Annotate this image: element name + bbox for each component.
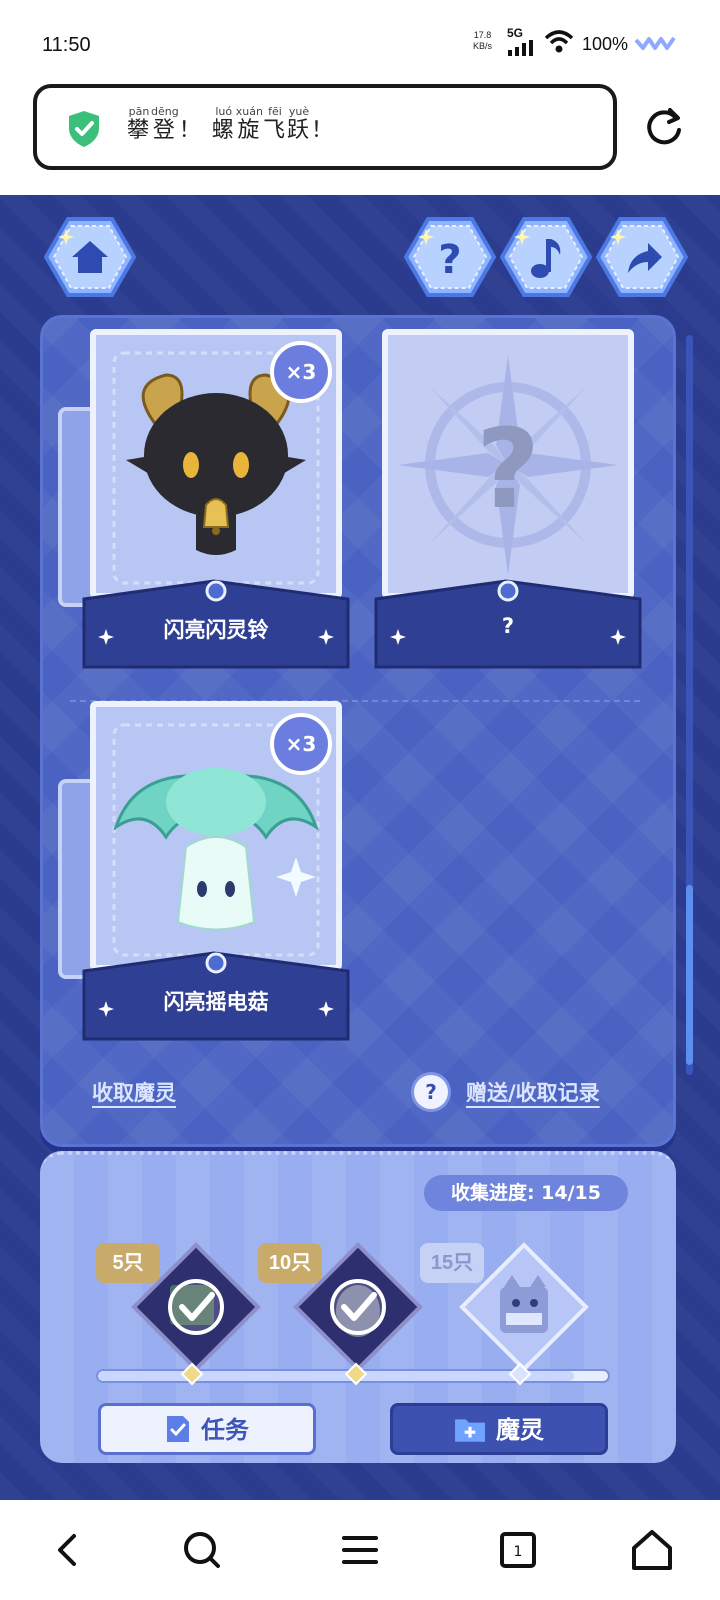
- menu-icon: [342, 1536, 378, 1564]
- app-logo-icon: [634, 36, 676, 50]
- address-bar[interactable]: 攀pān登dēng！ 螺luó旋xuán飞fēi跃yuè！: [33, 84, 617, 170]
- tabs-icon: 1: [500, 1532, 536, 1568]
- collection-progress-bar: [98, 1362, 608, 1386]
- card-name: ?: [501, 614, 515, 638]
- signal-bars-icon: [508, 40, 533, 56]
- music-icon: [499, 217, 593, 297]
- folder-icon: [455, 1419, 485, 1442]
- scrollbar-thumb[interactable]: [686, 885, 693, 1065]
- title-pinyin: dēng: [151, 105, 179, 118]
- menu-button[interactable]: [336, 1526, 384, 1574]
- scrollbar[interactable]: [686, 335, 693, 1075]
- card-art: ?: [382, 329, 634, 599]
- reward-10[interactable]: 10只: [258, 1241, 424, 1373]
- locked-card-image: ?: [388, 335, 628, 593]
- home-icon: [43, 217, 137, 297]
- task-button-label: 任务: [201, 1416, 249, 1444]
- spirit-card[interactable]: ×3 闪亮摇电菇: [58, 701, 352, 1047]
- home-button[interactable]: [43, 215, 137, 299]
- title-pinyin: pān: [127, 105, 152, 118]
- progress-fill: [98, 1371, 574, 1381]
- secure-shield-icon: [69, 111, 99, 147]
- collection-progress-panel: 收集进度: 14/15 5只 10只 15只 任务 魔灵: [40, 1151, 676, 1463]
- quantity-badge: ×3: [270, 341, 332, 403]
- title-char: 攀: [127, 118, 152, 143]
- collection-panel: ×3 闪亮闪灵铃 ? ? ×3 闪亮摇电菇 收取魔灵 ? 赠送/收取记录: [40, 315, 676, 1147]
- collect-spirits-link[interactable]: 收取魔灵: [92, 1077, 176, 1107]
- task-icon: [167, 1416, 189, 1442]
- network-speed: 17.8 KB/s: [473, 30, 492, 52]
- svg-text:?: ?: [476, 405, 540, 533]
- reward-threshold: 5只: [96, 1243, 160, 1283]
- signal-type: 5G: [507, 26, 524, 40]
- title-pinyin: yuè: [286, 105, 311, 118]
- reward-5[interactable]: 5只: [96, 1241, 262, 1373]
- svg-text:?: ?: [438, 237, 461, 283]
- title-char: ！: [310, 118, 335, 143]
- wifi-icon: [544, 30, 574, 53]
- reward-threshold: 15只: [420, 1243, 484, 1283]
- tabs-button[interactable]: 1: [494, 1526, 542, 1574]
- title-pinyin: luó: [211, 105, 236, 118]
- battery-level: 100%: [582, 34, 629, 54]
- reward-threshold: 10只: [258, 1243, 322, 1283]
- title-char: 旋: [235, 118, 263, 143]
- help-icon: ?: [403, 217, 497, 297]
- title-char: 登: [151, 118, 179, 143]
- reward-15[interactable]: 15只: [420, 1241, 590, 1373]
- back-icon: [58, 1534, 76, 1566]
- title-char: 螺: [211, 118, 236, 143]
- spirit-button[interactable]: 魔灵: [390, 1403, 608, 1455]
- tab-count: 1: [514, 1544, 523, 1560]
- home-nav-button[interactable]: [628, 1526, 676, 1574]
- card-name: 闪亮摇电菇: [163, 990, 269, 1014]
- gift-history-link[interactable]: 赠送/收取记录: [466, 1077, 600, 1107]
- spirit-card-locked[interactable]: ? ?: [372, 329, 644, 675]
- spirit-button-label: 魔灵: [496, 1416, 544, 1444]
- help-circle-icon[interactable]: ?: [414, 1075, 448, 1109]
- title-pinyin: fēi: [262, 105, 287, 118]
- search-button[interactable]: [178, 1526, 226, 1574]
- home-icon: [632, 1530, 672, 1570]
- status-bar: 11:50 17.8 KB/s 5G 100%: [0, 0, 720, 88]
- task-button[interactable]: 任务: [98, 1403, 316, 1455]
- spirit-card[interactable]: ×3 闪亮闪灵铃: [58, 329, 352, 675]
- status-time: 11:50: [42, 34, 91, 56]
- back-button[interactable]: [44, 1526, 92, 1574]
- help-button[interactable]: ?: [403, 215, 497, 299]
- browser-nav-bar: 1: [0, 1500, 720, 1600]
- network-speed-unit: KB/s: [473, 41, 493, 51]
- reload-icon[interactable]: [642, 106, 686, 150]
- card-name: 闪亮闪灵铃: [163, 618, 269, 642]
- title-char: ！: [178, 118, 203, 143]
- title-pinyin: xuán: [235, 105, 263, 118]
- title-char: 飞: [262, 118, 287, 143]
- game-area: ? ×3 闪亮闪灵铃 ? ? ×3 闪亮摇电菇 收取魔灵 ? 赠送/收取记录 收…: [0, 195, 720, 1500]
- collection-progress-label: 收集进度: 14/15: [424, 1175, 628, 1211]
- quantity-badge: ×3: [270, 713, 332, 775]
- share-icon: [595, 217, 689, 297]
- music-button[interactable]: [499, 215, 593, 299]
- page-title: 攀pān登dēng！ 螺luó旋xuán飞fēi跃yuè！: [127, 105, 335, 144]
- title-char: 跃: [286, 118, 311, 143]
- network-speed-value: 17.8: [473, 30, 492, 40]
- share-button[interactable]: [595, 215, 689, 299]
- search-icon: [184, 1532, 220, 1568]
